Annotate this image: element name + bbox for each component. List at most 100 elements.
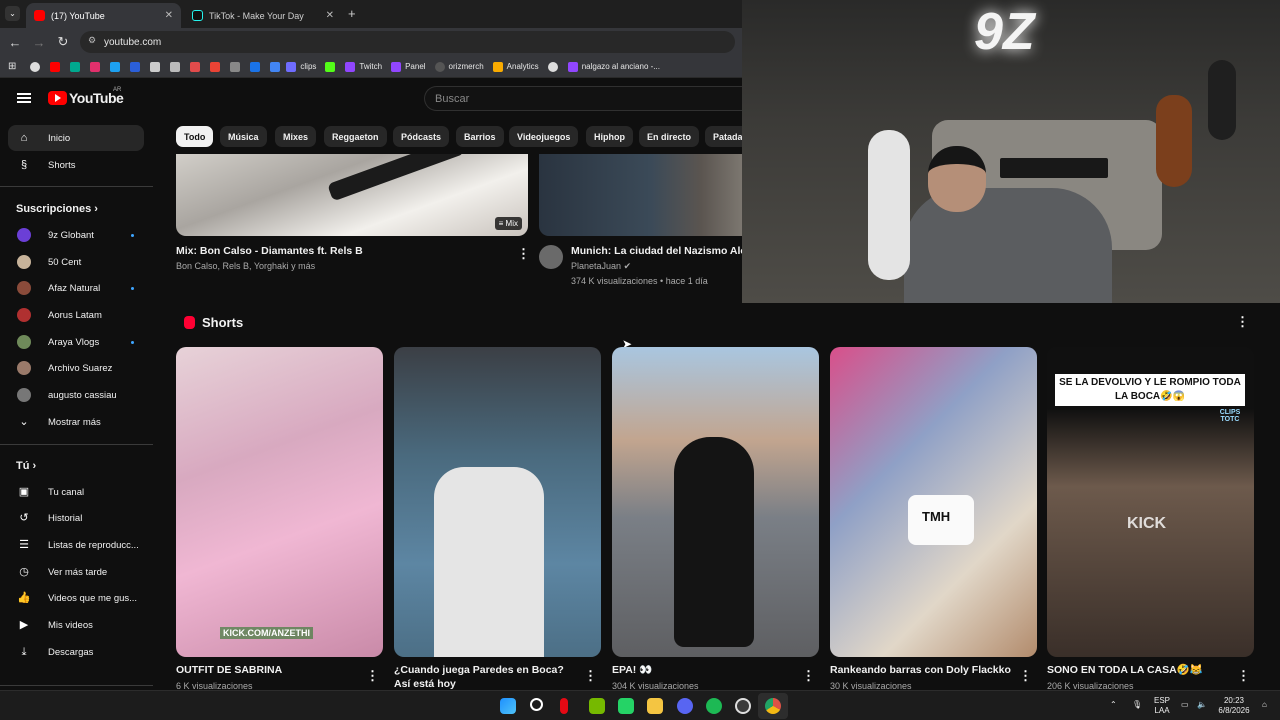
subscription-augusto-cassiau[interactable]: augusto cassiau [8, 382, 144, 408]
video-thumbnail[interactable]: ≡ Mix [176, 140, 528, 236]
short-title[interactable]: Rankeando barras con Doly Flackko [830, 663, 1015, 677]
short-thumbnail[interactable] [612, 347, 819, 657]
search-icon[interactable] [530, 698, 543, 711]
tab-search-button[interactable]: ⌄ [5, 6, 20, 21]
chip-videojuegos[interactable]: Videojuegos [509, 126, 579, 147]
subscription-aorus-latam[interactable]: Aorus Latam [8, 302, 144, 328]
notifications-icon[interactable]: ⌂ [1262, 700, 1267, 710]
chip-en-directo[interactable]: En directo [639, 126, 700, 147]
kick-icon[interactable] [325, 61, 336, 72]
chip-musica[interactable]: Música [220, 126, 267, 147]
chip-barrios[interactable]: Barrios [456, 126, 504, 147]
subscription-50-cent[interactable]: 50 Cent [8, 249, 144, 275]
bookmark-nalgazo[interactable]: nalgazo al anciano -... [567, 61, 660, 72]
bookmark-favicon-icon[interactable] [270, 61, 281, 72]
search-input[interactable]: Buscar [424, 86, 742, 111]
bookmark-clips[interactable]: clips [286, 61, 316, 72]
sidebar-item-tu-canal[interactable]: ▣ Tu canal [8, 479, 144, 505]
video-title[interactable]: Mix: Bon Calso - Diamantes ft. Rels B [176, 245, 363, 257]
more-options-icon[interactable]: ⋮ [517, 246, 530, 262]
tab-tiktok[interactable]: TikTok - Make Your Day ✕ [184, 3, 342, 28]
bookmark-favicon-icon[interactable] [50, 61, 61, 72]
chip-mixes[interactable]: Mixes [275, 126, 317, 147]
subscriptions-heading[interactable]: Suscripciones › [16, 203, 98, 215]
video-channel[interactable]: Bon Calso, Rels B, Yorghaki y más [176, 261, 315, 271]
tab-youtube[interactable]: (17) YouTube ✕ [26, 3, 181, 28]
bookmark-favicon-icon[interactable] [210, 61, 221, 72]
chip-podcasts[interactable]: Pódcasts [393, 126, 450, 147]
bookmark-analytics[interactable]: Analytics [492, 61, 539, 72]
more-options-icon[interactable]: ⋮ [1019, 668, 1032, 684]
bookmark-favicon-icon[interactable] [230, 61, 241, 72]
bookmark-favicon-icon[interactable] [150, 61, 161, 72]
short-title[interactable]: SONO EN TODA LA CASA🤣😹 [1047, 663, 1232, 677]
bookmark-favicon-icon[interactable] [130, 61, 141, 72]
more-options-icon[interactable]: ⋮ [366, 668, 379, 684]
short-thumbnail[interactable]: SE LA DEVOLVIO Y LE ROMPIO TODA LA BOCA🤣… [1047, 347, 1254, 657]
netflix-icon[interactable] [560, 698, 568, 714]
network-icon[interactable]: ▭ [1181, 700, 1189, 710]
youtube-logo-icon[interactable] [48, 91, 67, 105]
address-bar[interactable]: ⚙ youtube.com [80, 31, 735, 53]
short-title[interactable]: ¿Cuando juega Paredes en Boca? Así está … [394, 663, 579, 691]
subscription-9z-globant[interactable]: 9z Globant [8, 222, 144, 248]
sidebar-item-me-gusta[interactable]: 👍 Videos que me gus... [8, 585, 144, 611]
microphone-icon[interactable]: 🎙 [1132, 700, 1142, 710]
sidebar-item-inicio[interactable]: ⌂ Inicio [8, 125, 144, 151]
reload-icon[interactable]: ↻ [51, 34, 75, 50]
back-arrow-icon[interactable]: ← [3, 35, 27, 50]
short-title[interactable]: OUTFIT DE SABRINA [176, 663, 361, 677]
channel-avatar[interactable] [539, 245, 563, 269]
more-options-icon[interactable]: ⋮ [802, 668, 815, 684]
short-thumbnail[interactable]: TMH [830, 347, 1037, 657]
sidebar-item-descargas[interactable]: ⤓ Descargas [8, 639, 144, 665]
file-explorer-icon[interactable] [647, 698, 663, 714]
bookmark-favicon-icon[interactable] [30, 61, 41, 72]
apps-grid-icon[interactable]: ⊞ [8, 61, 16, 72]
short-thumbnail[interactable] [394, 347, 601, 657]
bookmark-orizmerch[interactable]: orizmerch [434, 61, 484, 72]
close-tab-icon[interactable]: ✕ [165, 10, 173, 21]
bookmark-favicon-icon[interactable] [170, 61, 181, 72]
chip-patada[interactable]: Patada [705, 126, 742, 147]
menu-icon[interactable] [17, 93, 31, 103]
sidebar-item-ver-mas-tarde[interactable]: ◷ Ver más tarde [8, 559, 144, 585]
discord-icon[interactable] [677, 698, 693, 714]
bookmark-favicon-icon[interactable] [70, 61, 81, 72]
site-info-icon[interactable]: ⚙ [88, 35, 96, 46]
subscription-archivo-suarez[interactable]: Archivo Suarez [8, 355, 144, 381]
volume-icon[interactable]: 🔈 [1197, 700, 1207, 710]
spotify-icon[interactable] [706, 698, 722, 714]
video-channel[interactable]: PlanetaJuan ✔ [571, 261, 631, 272]
bookmark-favicon-icon[interactable] [110, 61, 121, 72]
bookmark-favicon-icon[interactable] [90, 61, 101, 72]
chevron-up-icon[interactable]: ⌃ [1110, 700, 1117, 710]
chip-reggaeton[interactable]: Reggaeton [324, 126, 387, 147]
short-thumbnail[interactable]: KICK.COM/ANZETHI [176, 347, 383, 657]
video-thumbnail[interactable] [539, 140, 742, 236]
chip-todo[interactable]: Todo [176, 126, 214, 147]
bookmark-favicon-icon[interactable] [250, 61, 261, 72]
sidebar-item-listas[interactable]: ☰ Listas de reproducc... [8, 532, 144, 558]
sidebar-item-mis-videos[interactable]: ▶ Mis videos [8, 612, 144, 638]
shorts-more-options-icon[interactable]: ⋮ [1236, 314, 1249, 330]
subscription-afaz-natural[interactable]: Afaz Natural [8, 275, 144, 301]
more-options-icon[interactable]: ⋮ [1237, 668, 1250, 684]
more-options-icon[interactable]: ⋮ [584, 668, 597, 684]
bookmark-panel[interactable]: Panel [391, 61, 426, 72]
sidebar-item-historial[interactable]: ↺ Historial [8, 505, 144, 531]
short-title[interactable]: EPA! 👀 [612, 663, 797, 677]
nvidia-icon[interactable] [589, 698, 605, 714]
sidebar-item-shorts[interactable]: § Shorts [8, 152, 144, 178]
bookmark-favicon-icon[interactable] [547, 61, 558, 72]
you-heading[interactable]: Tú › [16, 460, 36, 472]
close-tab-icon[interactable]: ✕ [326, 10, 334, 21]
video-title[interactable]: Munich: La ciudad del Nazismo Aler [571, 245, 750, 257]
bookmark-twitch[interactable]: Twitch [345, 61, 382, 72]
chip-hiphop[interactable]: Hiphop [586, 126, 633, 147]
show-more-button[interactable]: ⌄ Mostrar más [8, 409, 144, 435]
new-tab-button[interactable]: + [348, 6, 356, 21]
clock[interactable]: 20:23 6/8/2026 [1212, 696, 1256, 716]
bookmark-favicon-icon[interactable] [190, 61, 201, 72]
subscription-araya-vlogs[interactable]: Araya Vlogs [8, 329, 144, 355]
